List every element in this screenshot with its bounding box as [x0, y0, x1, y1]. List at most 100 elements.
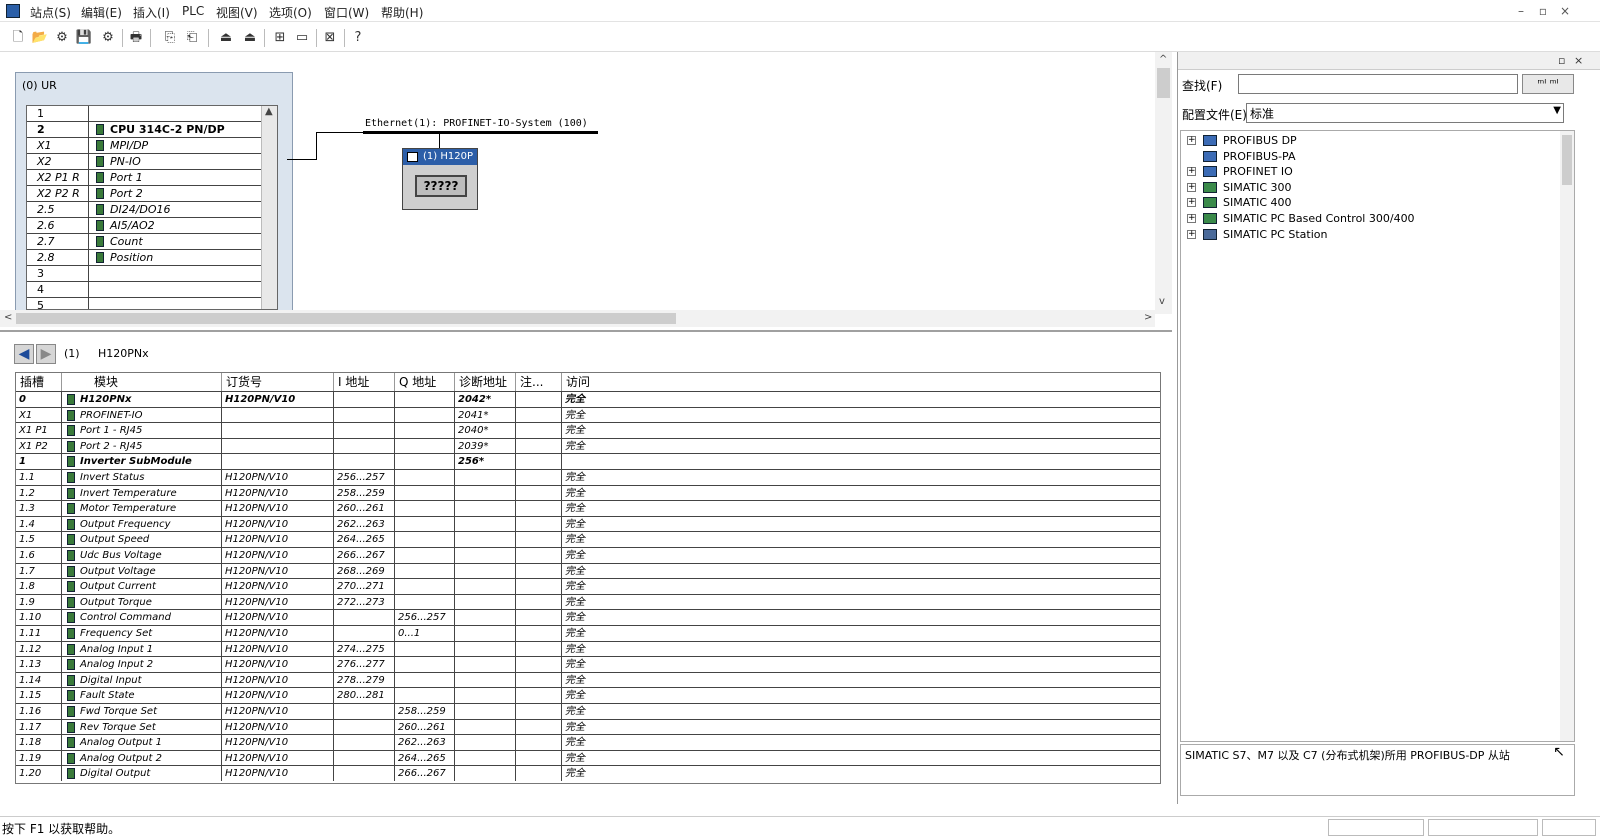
rack-window[interactable]: (0) UR 1 2 CPU 314C-2 PN/DP X1 MPI/DP X2 PN…: [15, 72, 293, 312]
col-header-comment[interactable]: 注...: [516, 373, 562, 391]
rack-row[interactable]: 2.7 Count: [27, 234, 261, 250]
profinet-bus-line[interactable]: [363, 131, 598, 134]
scroll-down-icon[interactable]: v: [1159, 296, 1165, 307]
table-row[interactable]: 1.10 Control Command H120PN/V10 256...257 完全: [16, 609, 1160, 626]
rack-row[interactable]: X2 P2 R Port 2: [27, 186, 261, 202]
table-row[interactable]: 1.4 Output Frequency H120PN/V10 262...263 完全: [16, 515, 1160, 532]
table-row[interactable]: 1.8 Output Current H120PN/V10 270...271 完全: [16, 578, 1160, 595]
pin-icon[interactable]: ▫: [1558, 54, 1565, 67]
menu-insert[interactable]: 插入(I): [133, 4, 170, 21]
download-icon[interactable]: ⏏: [216, 28, 236, 48]
profile-select[interactable]: 标准 ▼: [1246, 103, 1564, 123]
scroll-right-icon[interactable]: >: [1144, 312, 1152, 323]
tree-scrollbar[interactable]: [1560, 131, 1574, 741]
restore-button[interactable]: ▫: [1534, 3, 1552, 19]
io-device[interactable]: (1) H120P ?????: [402, 148, 478, 210]
table-row[interactable]: 1.11 Frequency Set H120PN/V10 0...1 完全: [16, 625, 1160, 641]
table-row[interactable]: 1.18 Analog Output 1 H120PN/V10 262...263 完全: [16, 734, 1160, 751]
minimize-button[interactable]: –: [1512, 3, 1530, 19]
station-horizontal-scrollbar[interactable]: < >: [0, 310, 1155, 327]
table-row[interactable]: 1.3 Motor Temperature H120PN/V10 260...261 完…: [16, 500, 1160, 517]
rack-row[interactable]: 1: [27, 106, 261, 122]
menu-view[interactable]: 视图(V): [216, 4, 258, 21]
table-row[interactable]: 1.15 Fault State H120PN/V10 280...281 完全: [16, 687, 1160, 704]
station-vertical-scrollbar[interactable]: ^ v: [1155, 52, 1172, 314]
help-pointer-icon[interactable]: ↖: [1545, 744, 1573, 766]
scroll-left-icon[interactable]: <: [4, 312, 12, 323]
table-row[interactable]: 1.2 Invert Temperature H120PN/V10 258...259…: [16, 484, 1160, 501]
scroll-up-icon[interactable]: ▲: [265, 106, 273, 117]
rack-row[interactable]: 4: [27, 282, 261, 298]
table-row[interactable]: X1 PROFINET-IO 2041* 完全: [16, 406, 1160, 423]
col-header-diag-address[interactable]: 诊断地址: [455, 373, 516, 391]
table-row[interactable]: 1.1 Invert Status H120PN/V10 256...257 完全: [16, 469, 1160, 485]
menu-edit[interactable]: 编辑(E): [81, 4, 122, 21]
col-header-q-address[interactable]: Q 地址: [395, 373, 455, 391]
network-view-icon[interactable]: ▭: [292, 28, 312, 48]
col-header-order[interactable]: 订货号: [222, 373, 334, 391]
col-header-slot[interactable]: 插槽: [16, 373, 62, 391]
scroll-thumb[interactable]: [16, 313, 676, 324]
rack-scrollbar[interactable]: ▲: [261, 106, 277, 309]
save-icon[interactable]: 💾: [74, 28, 94, 48]
col-header-module[interactable]: 模块: [62, 373, 222, 391]
close-button[interactable]: ×: [1556, 3, 1574, 19]
back-arrow-icon[interactable]: ◀: [14, 344, 34, 364]
scroll-up-icon[interactable]: ^: [1159, 54, 1167, 65]
find-buttons-icon[interactable]: ᵐᴵ ᵐᴵ: [1522, 74, 1574, 94]
help-icon[interactable]: ?: [348, 28, 368, 48]
table-row[interactable]: 1.19 Analog Output 2 H120PN/V10 264...265 完全: [16, 749, 1160, 766]
table-row[interactable]: X1 P2 Port 2 - RJ45 2039* 完全: [16, 437, 1160, 454]
menu-window[interactable]: 窗口(W): [324, 4, 369, 21]
rack-row[interactable]: 2.8 Position: [27, 250, 261, 266]
menu-station[interactable]: 站点(S): [30, 4, 71, 21]
table-row[interactable]: 1.17 Rev Torque Set H120PN/V10 260...261 完全: [16, 718, 1160, 735]
table-row[interactable]: 0 H120PNx H120PN/V10 2042* 完全: [16, 391, 1160, 407]
expand-icon[interactable]: +: [1187, 229, 1196, 239]
expand-icon[interactable]: +: [1187, 182, 1196, 192]
expand-icon[interactable]: +: [1187, 214, 1196, 223]
paste-icon[interactable]: ⎗: [182, 28, 202, 48]
expand-icon[interactable]: +: [1187, 136, 1196, 145]
chevron-down-icon[interactable]: ▼: [1553, 105, 1561, 116]
table-row[interactable]: 1.7 Output Voltage H120PN/V10 268...269 完全: [16, 562, 1160, 579]
table-row[interactable]: 1 Inverter SubModule 256*: [16, 453, 1160, 470]
rack-row[interactable]: 5: [27, 298, 261, 309]
table-row[interactable]: 1.14 Digital Input H120PN/V10 278...279 完全: [16, 671, 1160, 688]
table-row[interactable]: 1.6 Udc Bus Voltage H120PN/V10 266...267 完全: [16, 547, 1160, 563]
rack-row[interactable]: 2.6 AI5/AO2: [27, 218, 261, 234]
new-icon[interactable]: 🗋: [8, 28, 28, 48]
rack-row[interactable]: X1 MPI/DP: [27, 138, 261, 154]
rack-row[interactable]: 2 CPU 314C-2 PN/DP: [27, 122, 261, 138]
table-row[interactable]: 1.20 Digital Output H120PN/V10 266...267 完全: [16, 765, 1160, 782]
table-row[interactable]: 1.13 Analog Input 2 H120PN/V10 276...277 完全: [16, 656, 1160, 673]
table-row[interactable]: 1.9 Output Torque H120PN/V10 272...273 完全: [16, 593, 1160, 610]
netpro-icon[interactable]: ⊠: [320, 28, 340, 48]
table-row[interactable]: X1 P1 Port 1 - RJ45 2040* 完全: [16, 422, 1160, 439]
rack-row[interactable]: 3: [27, 266, 261, 282]
find-input[interactable]: [1238, 74, 1518, 94]
scroll-thumb[interactable]: [1157, 68, 1170, 98]
table-row[interactable]: 1.5 Output Speed H120PN/V10 264...265 完全: [16, 531, 1160, 548]
print-icon[interactable]: 🖶: [126, 28, 146, 48]
col-header-access[interactable]: 访问: [562, 373, 1160, 391]
menu-options[interactable]: 选项(O): [269, 4, 312, 21]
forward-arrow-icon[interactable]: ▶: [36, 344, 56, 364]
col-header-i-address[interactable]: I 地址: [334, 373, 395, 391]
rack-row[interactable]: X2 PN-IO: [27, 154, 261, 170]
rack-row[interactable]: 2.5 DI24/DO16: [27, 202, 261, 218]
expand-icon[interactable]: +: [1187, 198, 1196, 208]
upload-icon[interactable]: ⏏: [240, 28, 260, 48]
table-row[interactable]: 1.16 Fwd Torque Set H120PN/V10 258...259 完全: [16, 703, 1160, 719]
menu-plc[interactable]: PLC: [182, 4, 204, 18]
scroll-thumb[interactable]: [1562, 135, 1572, 185]
table-row[interactable]: 1.12 Analog Input 1 H120PN/V10 274...275 完全: [16, 640, 1160, 657]
save-compile-icon[interactable]: ⚙: [98, 28, 118, 48]
menu-help[interactable]: 帮助(H): [381, 4, 423, 21]
accessible-nodes-icon[interactable]: ⚙: [52, 28, 72, 48]
copy-icon[interactable]: ⎘: [160, 28, 180, 48]
close-icon[interactable]: ×: [1574, 54, 1583, 67]
open-icon[interactable]: 📂: [30, 28, 50, 48]
rack-row[interactable]: X2 P1 R Port 1: [27, 170, 261, 186]
catalog-icon[interactable]: ⊞: [270, 28, 290, 48]
